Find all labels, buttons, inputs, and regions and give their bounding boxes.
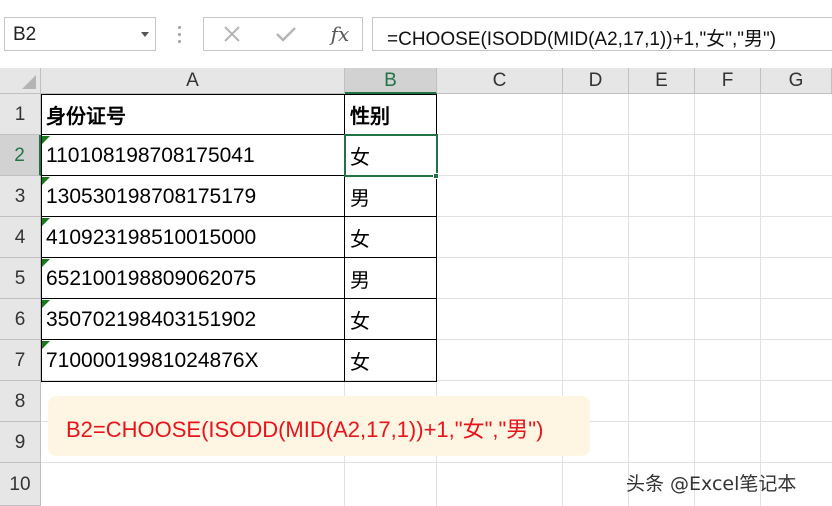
column-header-a[interactable]: A [41, 68, 345, 94]
gender-cell[interactable]: 男 [345, 176, 437, 217]
fx-icon: fx [330, 22, 350, 46]
insert-function-button[interactable]: fx [318, 18, 362, 50]
chevron-down-icon[interactable] [141, 32, 149, 37]
id-cell[interactable]: 350702198403151902 [41, 299, 344, 340]
row-header-6[interactable]: 6 [0, 299, 41, 340]
error-indicator-icon[interactable] [42, 218, 50, 226]
checkmark-icon[interactable] [264, 18, 308, 50]
row-header-10[interactable]: 10 [0, 463, 41, 506]
header-cell-gender[interactable]: 性别 [345, 94, 437, 135]
row-header-9[interactable]: 9 [0, 422, 41, 463]
formula-buttons: fx [203, 17, 363, 51]
row-header-5[interactable]: 5 [0, 258, 41, 299]
error-indicator-icon[interactable] [42, 259, 50, 267]
row-header-8[interactable]: 8 [0, 381, 41, 422]
row-header-4[interactable]: 4 [0, 217, 41, 258]
error-indicator-icon[interactable] [42, 300, 50, 308]
gridline [628, 94, 629, 506]
callout-text: B2=CHOOSE(ISODD(MID(A2,17,1))+1,"女","男") [66, 417, 544, 442]
column-header-d[interactable]: D [563, 68, 629, 94]
row-header-2[interactable]: 2 [0, 135, 41, 176]
id-cell[interactable]: 130530198708175179 [41, 176, 344, 217]
gridline [41, 462, 832, 463]
name-box[interactable]: B2 [4, 17, 156, 51]
id-cell[interactable]: 652100198809062075 [41, 258, 344, 299]
column-header-e[interactable]: E [629, 68, 695, 94]
gender-cell[interactable]: 女 [345, 299, 437, 340]
id-cell[interactable]: 410923198510015000 [41, 217, 344, 258]
gridline [694, 94, 695, 506]
formula-bar: B2 fx =CHOOSE(ISODD(MID(A2,17,1))+1,"女",… [0, 0, 832, 68]
gender-cell[interactable]: 女 [345, 217, 437, 258]
active-cell-selection[interactable] [344, 134, 438, 177]
select-all-button[interactable] [0, 68, 41, 94]
error-indicator-icon[interactable] [42, 136, 50, 144]
gender-cell[interactable]: 男 [345, 258, 437, 299]
column-header-c[interactable]: C [437, 68, 563, 94]
name-box-value: B2 [13, 24, 37, 45]
column-header-g[interactable]: G [761, 68, 832, 94]
row-header-7[interactable]: 7 [0, 340, 41, 381]
gridline [760, 94, 761, 506]
column-header-b[interactable]: B [345, 68, 437, 94]
fill-handle[interactable] [433, 173, 439, 179]
formula-input[interactable]: =CHOOSE(ISODD(MID(A2,17,1))+1,"女","男") [372, 17, 832, 51]
id-cell[interactable]: 110108198708175041 [41, 135, 344, 176]
drag-handle-icon[interactable] [176, 23, 182, 45]
cancel-x-icon[interactable] [210, 18, 254, 50]
column-header-f[interactable]: F [695, 68, 761, 94]
formula-callout: B2=CHOOSE(ISODD(MID(A2,17,1))+1,"女","男") [48, 396, 590, 456]
id-cell[interactable]: 71000019981024876X [41, 340, 344, 381]
error-indicator-icon[interactable] [42, 341, 50, 349]
header-cell-id[interactable]: 身份证号 [41, 94, 344, 135]
gender-cell[interactable]: 女 [345, 340, 437, 381]
formula-text: =CHOOSE(ISODD(MID(A2,17,1))+1,"女","男") [387, 29, 777, 50]
error-indicator-icon[interactable] [42, 177, 50, 185]
row-header-1[interactable]: 1 [0, 94, 41, 135]
watermark: 头条 @Excel笔记本 [626, 473, 797, 495]
row-header-3[interactable]: 3 [0, 176, 41, 217]
